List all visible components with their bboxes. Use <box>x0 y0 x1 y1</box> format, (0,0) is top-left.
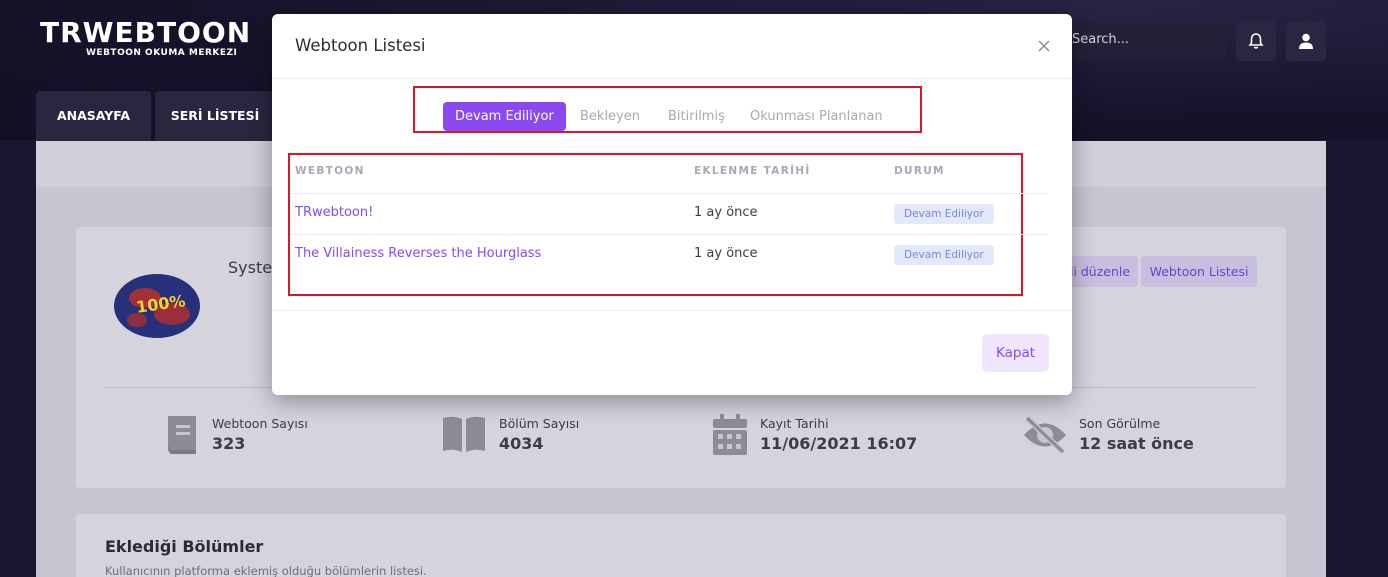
stat-registration-date: Kayıt Tarihi 11/06/2021 16:07 <box>712 414 917 460</box>
book-icon <box>168 416 196 454</box>
date-cell: 1 ay önce <box>694 246 758 261</box>
stat-value: 12 saat önce <box>1079 434 1194 453</box>
stat-label: Son Görülme <box>1079 416 1161 431</box>
logo-sub-text: WEBTOON OKUMA MERKEZI <box>86 48 238 58</box>
close-icon[interactable] <box>1035 37 1053 55</box>
logo-main-text: TRWEBTOON <box>40 16 252 49</box>
tab-bitirilmis[interactable]: Bitirilmiş <box>668 102 725 131</box>
nav-tab-home[interactable]: ANASAYFA <box>36 91 151 141</box>
stat-label: Webtoon Sayısı <box>212 416 308 431</box>
tab-bekleyen[interactable]: Bekleyen <box>580 102 640 131</box>
webtoon-list-modal: Webtoon Listesi Devam Ediliyor Bekleyen … <box>272 14 1072 395</box>
episodes-title: Eklediği Bölümler <box>105 537 264 556</box>
tab-devam-ediliyor[interactable]: Devam Ediliyor <box>443 102 566 131</box>
stat-webtoon-count: Webtoon Sayısı 323 <box>164 414 344 460</box>
bell-icon <box>1248 33 1264 49</box>
search-input[interactable]: Search... <box>1058 22 1226 60</box>
table-row-divider <box>290 234 1048 235</box>
column-header-status: DURUM <box>894 165 945 177</box>
close-button[interactable]: Kapat <box>982 334 1049 372</box>
user-icon <box>1299 33 1313 49</box>
nav-tab-series-list[interactable]: SERİ LİSTESİ <box>155 91 275 141</box>
modal-title: Webtoon Listesi <box>295 36 426 55</box>
stat-value: 11/06/2021 16:07 <box>760 434 918 453</box>
webtoon-link[interactable]: The Villainess Reverses the Hourglass <box>295 246 541 261</box>
calendar-icon <box>713 414 747 455</box>
open-book-icon <box>443 416 485 452</box>
episodes-description: Kullanıcının platforma eklemiş olduğu bö… <box>105 564 427 577</box>
site-logo[interactable]: TRWEBTOON WEBTOON OKUMA MERKEZI <box>40 16 250 64</box>
table-header-divider <box>290 193 1048 194</box>
column-header-webtoon: WEBTOON <box>295 165 365 177</box>
date-cell: 1 ay önce <box>694 205 758 220</box>
status-badge: Devam Ediliyor <box>894 245 994 265</box>
stat-label: Kayıt Tarihi <box>760 416 829 431</box>
stat-value: 4034 <box>499 434 544 453</box>
notifications-button[interactable] <box>1236 21 1276 61</box>
webtoon-list-button[interactable]: Webtoon Listesi <box>1141 256 1257 287</box>
stat-last-seen: Son Görülme 12 saat önce <box>1021 414 1221 460</box>
profile-name: Syste <box>228 258 273 277</box>
webtoon-link[interactable]: TRwebtoon! <box>295 205 373 220</box>
modal-header-divider <box>272 78 1072 79</box>
column-header-date: EKLENME TARİHİ <box>694 165 811 177</box>
edit-profile-button[interactable]: li düzenle <box>1062 256 1138 287</box>
tab-okunmasi-planlanan[interactable]: Okunması Planlanan <box>750 102 883 131</box>
modal-footer-divider <box>272 310 1072 311</box>
user-menu-button[interactable] <box>1286 21 1326 61</box>
eye-slash-icon <box>1024 415 1066 455</box>
stat-value: 323 <box>212 434 246 453</box>
stat-episode-count: Bölüm Sayısı 4034 <box>441 414 621 460</box>
stat-label: Bölüm Sayısı <box>499 416 580 431</box>
avatar: 100% <box>114 274 200 338</box>
status-badge: Devam Ediliyor <box>894 204 994 224</box>
